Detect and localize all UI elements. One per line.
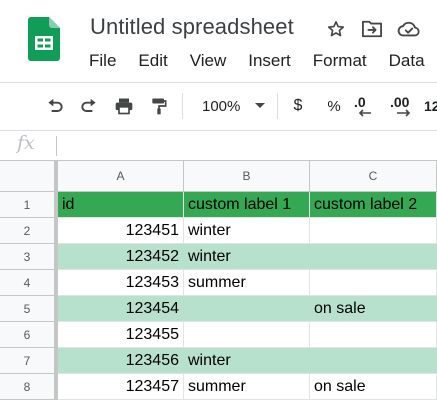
sheets-logo-icon[interactable]: [28, 17, 60, 61]
cloud-status-icon[interactable]: [397, 17, 421, 41]
cell-c4[interactable]: [310, 270, 437, 295]
spreadsheet-grid: A B C 1 id custom label 1 custom label 2…: [0, 160, 437, 400]
menu-insert[interactable]: Insert: [237, 51, 302, 73]
percent-format-button[interactable]: %: [324, 94, 344, 118]
toolbar-divider: [0, 130, 437, 131]
menu-data[interactable]: Data: [378, 51, 436, 73]
cell-b8[interactable]: summer: [184, 374, 310, 399]
table-row: 7 123456 winter: [0, 348, 437, 374]
table-row: 4 123453 summer: [0, 270, 437, 296]
row-header[interactable]: 4: [0, 270, 58, 296]
formula-input[interactable]: [64, 132, 424, 158]
table-row: 8 123457 summer on sale: [0, 374, 437, 400]
row-header[interactable]: 5: [0, 296, 58, 322]
formula-separator: [56, 136, 57, 156]
more-formats-label: 12: [424, 98, 437, 114]
row-header[interactable]: 1: [0, 192, 58, 218]
fx-icon: fx: [17, 132, 35, 154]
table-row: 3 123452 winter: [0, 244, 437, 270]
row-header[interactable]: 2: [0, 218, 58, 244]
toolbar-separator: [277, 93, 278, 119]
percent-symbol: %: [327, 97, 341, 115]
cell-a8[interactable]: 123457: [58, 374, 184, 399]
cell-b6[interactable]: [184, 322, 310, 347]
cell-a5[interactable]: 123454: [58, 296, 184, 321]
cell-c6[interactable]: [310, 322, 437, 347]
increase-decimal-button[interactable]: .00: [390, 94, 420, 118]
column-header-c[interactable]: C: [310, 161, 437, 191]
currency-symbol: $: [293, 97, 303, 114]
cell-c1[interactable]: custom label 2: [310, 192, 437, 217]
row-header[interactable]: 6: [0, 322, 58, 348]
select-all-corner[interactable]: [0, 161, 58, 191]
cell-c5[interactable]: on sale: [310, 296, 437, 321]
cell-b1[interactable]: custom label 1: [184, 192, 310, 217]
cell-c3[interactable]: [310, 244, 437, 269]
row-header[interactable]: 7: [0, 348, 58, 374]
row-header[interactable]: 8: [0, 374, 58, 400]
row-header[interactable]: 3: [0, 244, 58, 270]
table-row: 1 id custom label 1 custom label 2: [0, 192, 437, 218]
move-to-folder-icon[interactable]: [360, 17, 384, 41]
cell-b4[interactable]: summer: [184, 270, 310, 295]
menu-bar: File Edit View Insert Format Data T: [78, 51, 437, 73]
titlebar-divider: [0, 82, 437, 83]
decrease-decimal-button[interactable]: .0: [354, 94, 380, 118]
menu-format[interactable]: Format: [302, 51, 378, 73]
column-header-row: A B C: [0, 160, 437, 192]
arrow-left-icon: [358, 109, 371, 117]
paint-format-icon[interactable]: [147, 94, 171, 118]
cell-a2[interactable]: 123451: [58, 218, 184, 243]
star-icon[interactable]: [324, 17, 348, 41]
more-formats-button[interactable]: 12: [424, 94, 437, 118]
cell-a6[interactable]: 123455: [58, 322, 184, 347]
cell-b2[interactable]: winter: [184, 218, 310, 243]
table-row: 6 123455: [0, 322, 437, 348]
column-header-b[interactable]: B: [184, 161, 310, 191]
menu-view[interactable]: View: [179, 51, 238, 73]
table-row: 5 123454 on sale: [0, 296, 437, 322]
cell-a3[interactable]: 123452: [58, 244, 184, 269]
undo-icon[interactable]: [43, 94, 67, 118]
column-header-a[interactable]: A: [58, 161, 184, 191]
cell-c7[interactable]: [310, 348, 437, 373]
zoom-value: 100%: [202, 97, 241, 115]
currency-format-button[interactable]: $: [289, 94, 307, 118]
decrease-decimal-label: .0: [354, 94, 366, 110]
print-icon[interactable]: [112, 94, 136, 118]
cell-c8[interactable]: on sale: [310, 374, 437, 399]
cell-b3[interactable]: winter: [184, 244, 310, 269]
cell-b5[interactable]: [184, 296, 310, 321]
cell-c2[interactable]: [310, 218, 437, 243]
chevron-down-icon: [255, 103, 266, 108]
redo-icon[interactable]: [77, 94, 101, 118]
cell-b7[interactable]: winter: [184, 348, 310, 373]
cell-a7[interactable]: 123456: [58, 348, 184, 373]
document-title[interactable]: Untitled spreadsheet: [90, 14, 294, 40]
increase-decimal-label: .00: [390, 94, 410, 110]
cell-a4[interactable]: 123453: [58, 270, 184, 295]
menu-edit[interactable]: Edit: [127, 51, 178, 73]
arrow-right-icon: [397, 109, 411, 117]
table-row: 2 123451 winter: [0, 218, 437, 244]
zoom-select[interactable]: 100%: [196, 94, 268, 118]
menu-file[interactable]: File: [78, 51, 127, 73]
toolbar-separator: [182, 93, 183, 119]
cell-a1[interactable]: id: [58, 192, 184, 217]
